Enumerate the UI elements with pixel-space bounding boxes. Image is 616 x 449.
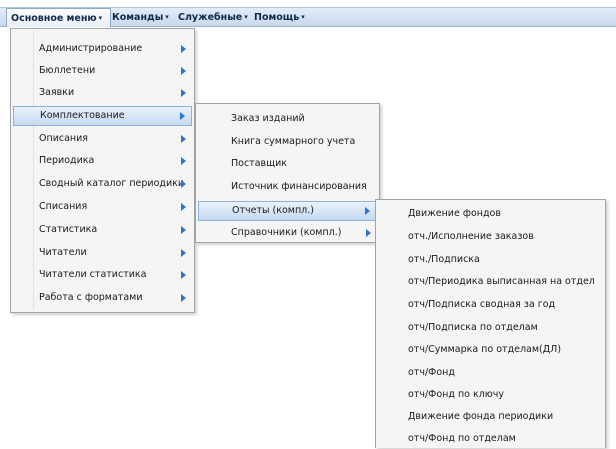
menu-item-descriptions[interactable]: Описания bbox=[13, 129, 192, 149]
menu-item-label: Бюллетени bbox=[39, 65, 96, 76]
menu-item-funding-source[interactable]: Источник финансирования bbox=[198, 177, 377, 197]
menu-help-label: Помощь bbox=[254, 12, 300, 23]
chevron-down-icon: ▾ bbox=[165, 13, 169, 21]
menu-item-label: отч/Подписка по отделам bbox=[408, 322, 538, 333]
chevron-down-icon: ▾ bbox=[98, 14, 103, 22]
menu-item-label: Книга суммарного учета bbox=[231, 136, 356, 147]
menu-item-label: Периодика bbox=[39, 155, 95, 166]
menu-item-label: Отчеты (компл.) bbox=[232, 205, 314, 216]
menu-item-label: отч/Периодика выписанная на отдел bbox=[408, 276, 595, 287]
submenu-arrow-icon bbox=[181, 67, 186, 75]
menu-item-label: Читатели bbox=[39, 247, 87, 258]
submenu-arrow-icon bbox=[181, 294, 186, 302]
menu-item-administration[interactable]: Администрирование bbox=[13, 39, 192, 59]
menu-item-label: Заявки bbox=[39, 87, 75, 98]
menu-item-supplier[interactable]: Поставщик bbox=[198, 154, 377, 174]
submenu-arrow-icon bbox=[181, 226, 186, 234]
submenu-arrow-icon bbox=[181, 89, 186, 97]
menu-item-formats[interactable]: Работа с форматами bbox=[13, 288, 192, 308]
menu-item-label: Источник финансирования bbox=[231, 181, 367, 192]
submenu-arrow-icon bbox=[181, 157, 186, 165]
menu-item-union-catalog[interactable]: Сводный каталог периодики bbox=[13, 174, 192, 194]
menu-item-label: Описания bbox=[39, 133, 89, 144]
menu-item-label: отч/Фонд bbox=[408, 367, 455, 378]
menu-item-label: Поставщик bbox=[231, 158, 287, 169]
main-menubar: Основное меню ▾ Команды ▾ Служебные ▾ Помощ… bbox=[0, 7, 616, 27]
acquisition-submenu: Заказ изданий Книга суммарного учета Пос… bbox=[195, 103, 380, 243]
menu-help[interactable]: Помощь ▾ bbox=[250, 8, 305, 27]
menu-item-report[interactable]: отч/Суммарка по отделам(ДЛ) bbox=[378, 340, 603, 360]
menu-item-label: отч/Фонд по отделам bbox=[408, 433, 516, 444]
submenu-arrow-icon bbox=[365, 207, 370, 215]
menu-item-label: Комплектование bbox=[40, 110, 125, 121]
menu-commands[interactable]: Команды ▾ bbox=[108, 8, 169, 27]
menu-service[interactable]: Служебные ▾ bbox=[174, 8, 248, 27]
menu-item-label: отч./Подписка bbox=[408, 254, 480, 265]
menu-item-label: Статистика bbox=[39, 224, 98, 235]
menu-item-requests[interactable]: Заявки bbox=[13, 83, 192, 103]
menu-item-acquisition[interactable]: Комплектование bbox=[13, 106, 192, 126]
menu-item-report[interactable]: отч/Фонд по отделам bbox=[378, 429, 603, 449]
menu-item-summary-ledger[interactable]: Книга суммарного учета bbox=[198, 132, 377, 152]
menu-item-label: отч./Исполнение заказов bbox=[408, 231, 534, 242]
menu-item-report[interactable]: отч/Фонд по ключу bbox=[378, 385, 603, 405]
submenu-arrow-icon bbox=[180, 112, 185, 120]
menu-item-label: Администрирование bbox=[39, 43, 143, 54]
submenu-arrow-icon bbox=[181, 135, 186, 143]
chevron-down-icon: ▾ bbox=[244, 13, 248, 21]
menu-item-readers-statistics[interactable]: Читатели статистика bbox=[13, 265, 192, 285]
menu-item-order-editions[interactable]: Заказ изданий bbox=[198, 109, 377, 129]
reports-submenu: Движение фондов отч./Исполнение заказов … bbox=[375, 199, 606, 448]
submenu-arrow-icon bbox=[181, 249, 186, 257]
menu-main-label: Основное меню bbox=[11, 13, 97, 24]
submenu-arrow-icon bbox=[181, 180, 186, 188]
menu-main[interactable]: Основное меню ▾ bbox=[6, 8, 111, 27]
chevron-down-icon: ▾ bbox=[301, 13, 305, 21]
menu-item-acq-reports[interactable]: Отчеты (компл.) bbox=[198, 201, 377, 221]
menu-item-label: Движение фонда периодики bbox=[408, 411, 554, 422]
menu-item-label: Работа с форматами bbox=[39, 292, 143, 303]
menu-item-label: Движение фондов bbox=[408, 208, 501, 219]
menu-item-label: отч/Суммарка по отделам(ДЛ) bbox=[408, 344, 562, 355]
menu-item-label: отч/Фонд по ключу bbox=[408, 389, 505, 400]
menu-item-report[interactable]: Движение фондов bbox=[378, 204, 603, 224]
menu-item-report[interactable]: отч/Периодика выписанная на отдел bbox=[378, 272, 603, 292]
submenu-arrow-icon bbox=[366, 229, 371, 237]
menu-item-acq-references[interactable]: Справочники (компл.) bbox=[198, 223, 377, 243]
menu-item-label: Читатели статистика bbox=[39, 269, 147, 280]
submenu-arrow-icon bbox=[181, 271, 186, 279]
menu-item-label: Справочники (компл.) bbox=[231, 227, 342, 238]
main-dropdown-menu: Администрирование Бюллетени Заявки Компл… bbox=[10, 28, 195, 313]
menu-item-bulletins[interactable]: Бюллетени bbox=[13, 61, 192, 81]
menu-item-statistics[interactable]: Статистика bbox=[13, 220, 192, 240]
menu-item-readers[interactable]: Читатели bbox=[13, 243, 192, 263]
menu-item-report[interactable]: отч/Подписка по отделам bbox=[378, 318, 603, 338]
menu-item-report[interactable]: отч/Фонд bbox=[378, 363, 603, 383]
menu-item-report[interactable]: отч./Подписка bbox=[378, 250, 603, 270]
menu-service-label: Служебные bbox=[178, 12, 243, 23]
menu-item-report[interactable]: отч/Подписка сводная за год bbox=[378, 295, 603, 315]
menu-commands-label: Команды bbox=[112, 12, 164, 23]
menu-item-label: Сводный каталог периодики bbox=[39, 178, 185, 189]
submenu-arrow-icon bbox=[181, 203, 186, 211]
menu-item-label: Заказ изданий bbox=[231, 113, 305, 124]
menu-item-label: Списания bbox=[39, 201, 88, 212]
menu-item-report[interactable]: отч./Исполнение заказов bbox=[378, 227, 603, 247]
menu-item-write-offs[interactable]: Списания bbox=[13, 197, 192, 217]
menu-item-periodicals[interactable]: Периодика bbox=[13, 151, 192, 171]
menu-item-label: отч/Подписка сводная за год bbox=[408, 299, 556, 310]
menu-item-report[interactable]: Движение фонда периодики bbox=[378, 407, 603, 427]
submenu-arrow-icon bbox=[181, 45, 186, 53]
